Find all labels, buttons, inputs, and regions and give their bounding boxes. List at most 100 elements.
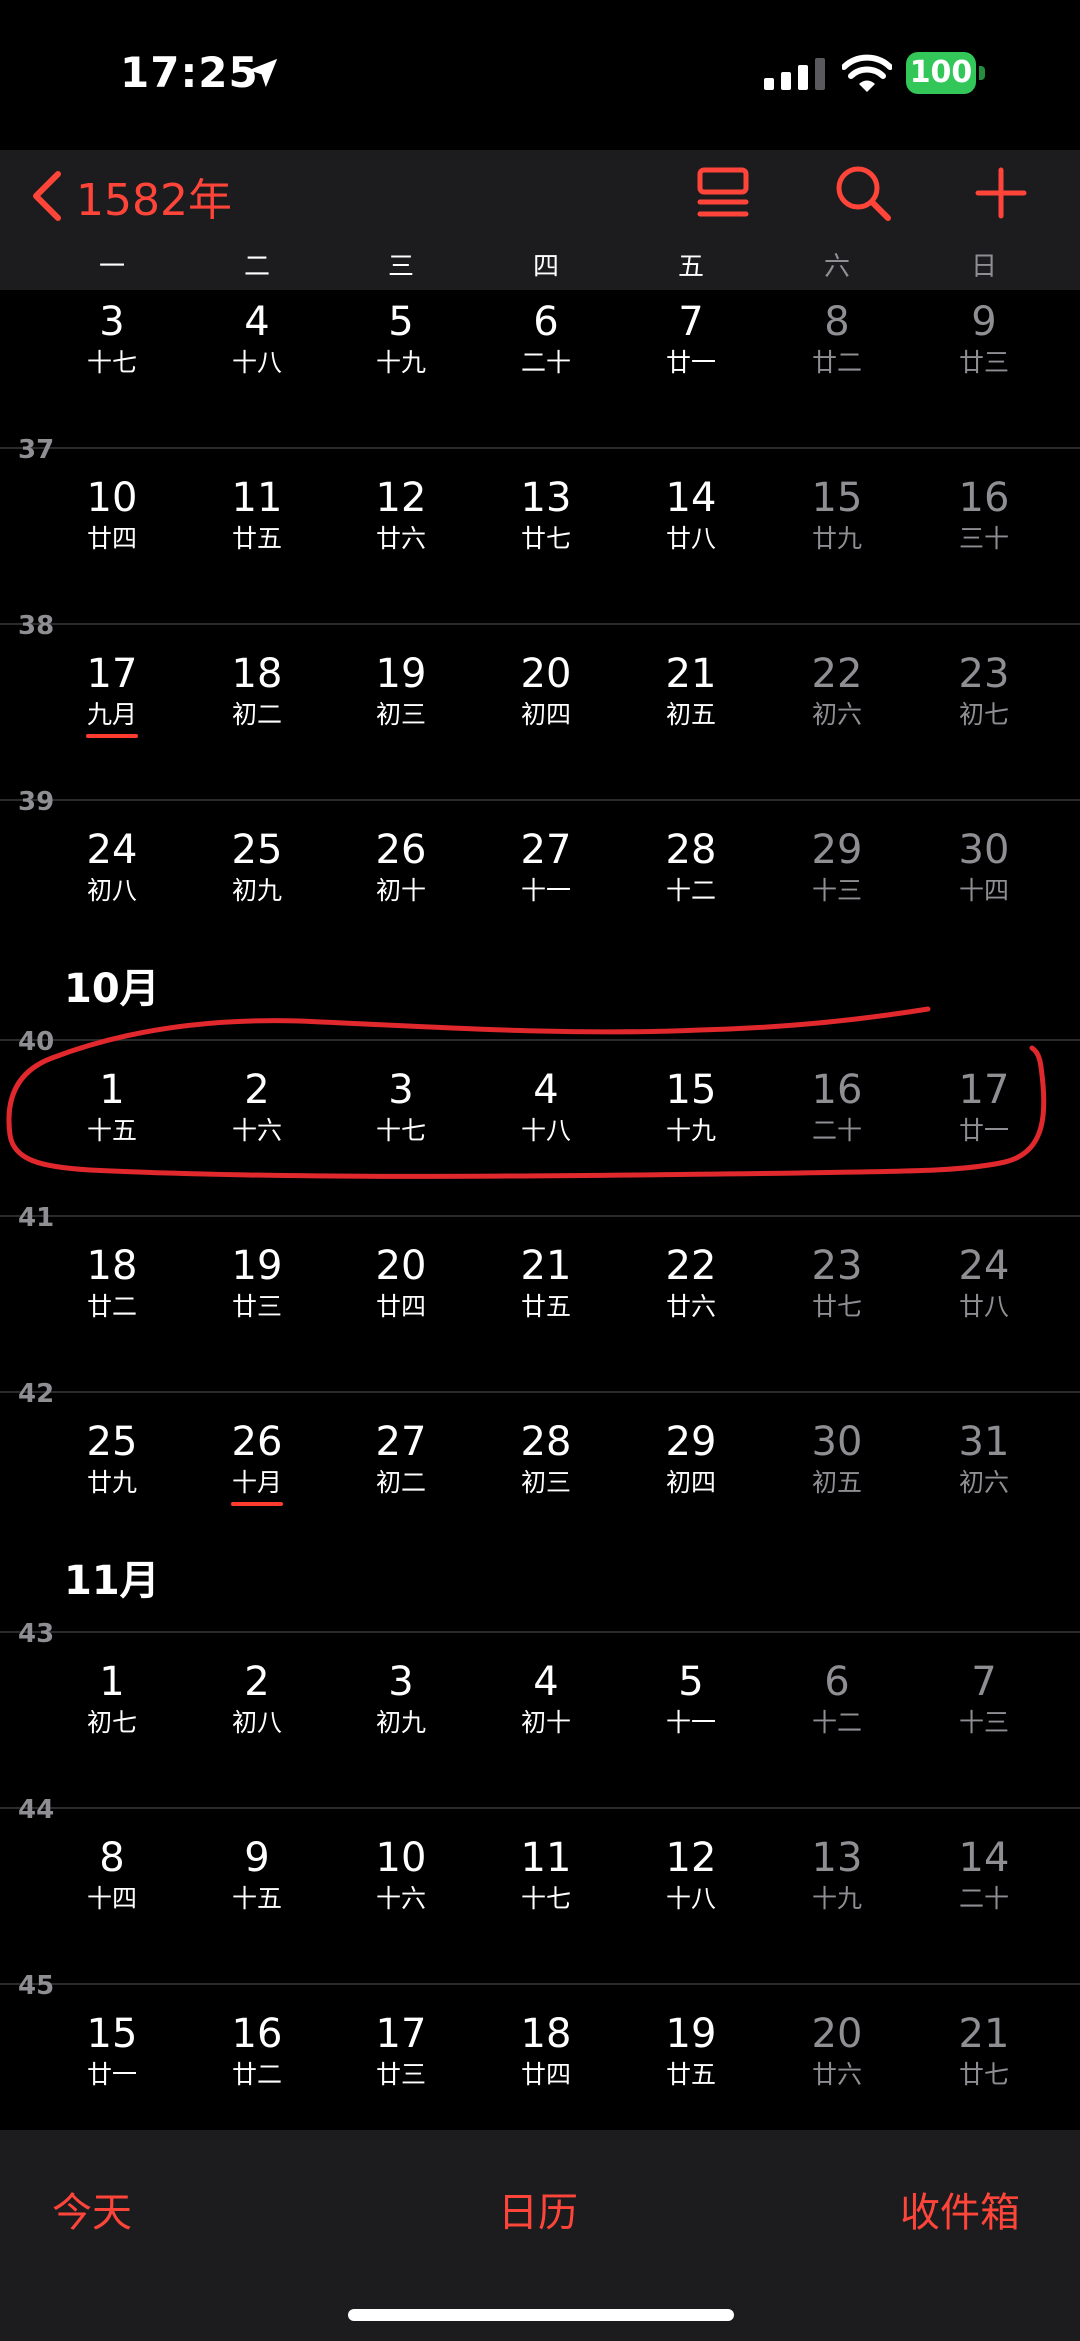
status-time: 17:25 xyxy=(120,48,259,97)
day-cell[interactable]: 30 初五 xyxy=(777,1418,897,1500)
lunar-date: 廿三 xyxy=(231,1292,282,1321)
day-cell[interactable]: 15 十九 xyxy=(631,1066,751,1148)
day-cell[interactable]: 21 廿七 xyxy=(924,2010,1044,2092)
day-cell[interactable]: 18 廿四 xyxy=(486,2010,606,2092)
day-cell[interactable]: 8 廿二 xyxy=(777,298,897,380)
day-cell[interactable]: 27 十一 xyxy=(486,826,606,908)
day-cell[interactable]: 16 三十 xyxy=(924,474,1044,556)
list-view-icon[interactable] xyxy=(690,160,756,226)
week-number: 42 xyxy=(18,1379,55,1409)
day-cell[interactable]: 18 廿二 xyxy=(52,1242,172,1324)
day-cell[interactable]: 21 初五 xyxy=(631,650,751,732)
battery-level: 100 xyxy=(906,52,976,94)
day-cell[interactable]: 14 二十 xyxy=(924,1834,1044,1916)
day-cell[interactable]: 3 十七 xyxy=(52,298,172,380)
lunar-date: 初三 xyxy=(520,1468,571,1497)
plus-icon[interactable] xyxy=(968,160,1034,226)
day-cell[interactable]: 6 十二 xyxy=(777,1658,897,1740)
day-cell[interactable]: 18 初二 xyxy=(197,650,317,732)
day-cell[interactable]: 8 十四 xyxy=(52,1834,172,1916)
search-icon[interactable] xyxy=(830,160,896,226)
day-cell[interactable]: 25 廿九 xyxy=(52,1418,172,1500)
week-number: 41 xyxy=(18,1203,55,1233)
location-arrow-icon xyxy=(248,58,278,88)
day-number: 3 xyxy=(388,1659,414,1705)
day-cell[interactable]: 4 十八 xyxy=(486,1066,606,1148)
day-cell[interactable]: 24 初八 xyxy=(52,826,172,908)
day-cell[interactable]: 12 廿六 xyxy=(341,474,461,556)
day-cell[interactable]: 15 廿九 xyxy=(777,474,897,556)
day-cell[interactable]: 23 初七 xyxy=(924,650,1044,732)
day-cell[interactable]: 25 初九 xyxy=(197,826,317,908)
day-cell[interactable]: 1 十五 xyxy=(52,1066,172,1148)
lunar-date: 廿二 xyxy=(811,348,862,377)
day-cell[interactable]: 12 十八 xyxy=(631,1834,751,1916)
day-cell[interactable]: 26 初十 xyxy=(341,826,461,908)
day-cell[interactable]: 9 十五 xyxy=(197,1834,317,1916)
day-cell[interactable]: 11 廿五 xyxy=(197,474,317,556)
lunar-date: 廿七 xyxy=(811,1292,862,1321)
day-cell[interactable]: 5 十九 xyxy=(341,298,461,380)
day-cell[interactable]: 22 廿六 xyxy=(631,1242,751,1324)
day-cell[interactable]: 14 廿八 xyxy=(631,474,751,556)
day-number: 4 xyxy=(533,1659,559,1705)
lunar-date: 廿二 xyxy=(86,1292,137,1321)
day-cell[interactable]: 23 廿七 xyxy=(777,1242,897,1324)
lunar-date: 初四 xyxy=(665,1468,716,1497)
today-button[interactable]: 今天 xyxy=(52,2180,132,2238)
day-cell[interactable]: 5 十一 xyxy=(631,1658,751,1740)
week-divider xyxy=(0,447,1080,449)
day-cell[interactable]: 27 初二 xyxy=(341,1418,461,1500)
lunar-date: 十七 xyxy=(86,348,137,377)
day-cell[interactable]: 16 二十 xyxy=(777,1066,897,1148)
day-number: 18 xyxy=(86,1243,138,1289)
lunar-date: 十月 xyxy=(231,1468,282,1497)
day-cell[interactable]: 21 廿五 xyxy=(486,1242,606,1324)
day-cell[interactable]: 10 十六 xyxy=(341,1834,461,1916)
day-cell[interactable]: 26 十月 xyxy=(197,1418,317,1506)
day-cell[interactable]: 3 十七 xyxy=(341,1066,461,1148)
day-cell[interactable]: 4 初十 xyxy=(486,1658,606,1740)
day-cell[interactable]: 3 初九 xyxy=(341,1658,461,1740)
day-cell[interactable]: 4 十八 xyxy=(197,298,317,380)
day-cell[interactable]: 13 十九 xyxy=(777,1834,897,1916)
status-bar: 17:25 100 xyxy=(0,0,1080,150)
day-cell[interactable]: 1 初七 xyxy=(52,1658,172,1740)
day-cell[interactable]: 20 初四 xyxy=(486,650,606,732)
weekday-label: 五 xyxy=(677,252,704,282)
day-cell[interactable]: 19 廿五 xyxy=(631,2010,751,2092)
lunar-date: 廿五 xyxy=(665,2060,716,2089)
day-cell[interactable]: 24 廿八 xyxy=(924,1242,1044,1324)
day-cell[interactable]: 7 廿一 xyxy=(631,298,751,380)
day-cell[interactable]: 20 廿六 xyxy=(777,2010,897,2092)
day-cell[interactable]: 19 初三 xyxy=(341,650,461,732)
day-cell[interactable]: 19 廿三 xyxy=(197,1242,317,1324)
day-cell[interactable]: 17 廿三 xyxy=(341,2010,461,2092)
weekday-label: 三 xyxy=(387,252,414,282)
back-button[interactable]: 1582年 xyxy=(30,166,232,226)
inbox-button[interactable]: 收件箱 xyxy=(900,2180,1020,2238)
day-cell[interactable]: 16 廿二 xyxy=(197,2010,317,2092)
day-cell[interactable]: 15 廿一 xyxy=(52,2010,172,2092)
day-number: 28 xyxy=(520,1419,572,1465)
day-cell[interactable]: 29 十三 xyxy=(777,826,897,908)
day-cell[interactable]: 13 廿七 xyxy=(486,474,606,556)
day-cell[interactable]: 7 十三 xyxy=(924,1658,1044,1740)
day-cell[interactable]: 11 十七 xyxy=(486,1834,606,1916)
day-cell[interactable]: 6 二十 xyxy=(486,298,606,380)
day-cell[interactable]: 31 初六 xyxy=(924,1418,1044,1500)
day-cell[interactable]: 22 初六 xyxy=(777,650,897,732)
calendars-button[interactable]: 日历 xyxy=(498,2180,578,2238)
day-cell[interactable]: 10 廿四 xyxy=(52,474,172,556)
day-cell[interactable]: 20 廿四 xyxy=(341,1242,461,1324)
day-cell[interactable]: 30 十四 xyxy=(924,826,1044,908)
day-cell[interactable]: 28 十二 xyxy=(631,826,751,908)
day-cell[interactable]: 29 初四 xyxy=(631,1418,751,1500)
day-cell[interactable]: 2 十六 xyxy=(197,1066,317,1148)
day-cell[interactable]: 17 九月 xyxy=(52,650,172,738)
day-cell[interactable]: 9 廿三 xyxy=(924,298,1044,380)
day-cell[interactable]: 28 初三 xyxy=(486,1418,606,1500)
lunar-date: 初六 xyxy=(958,1468,1009,1497)
day-cell[interactable]: 2 初八 xyxy=(197,1658,317,1740)
day-cell[interactable]: 17 廿一 xyxy=(924,1066,1044,1148)
